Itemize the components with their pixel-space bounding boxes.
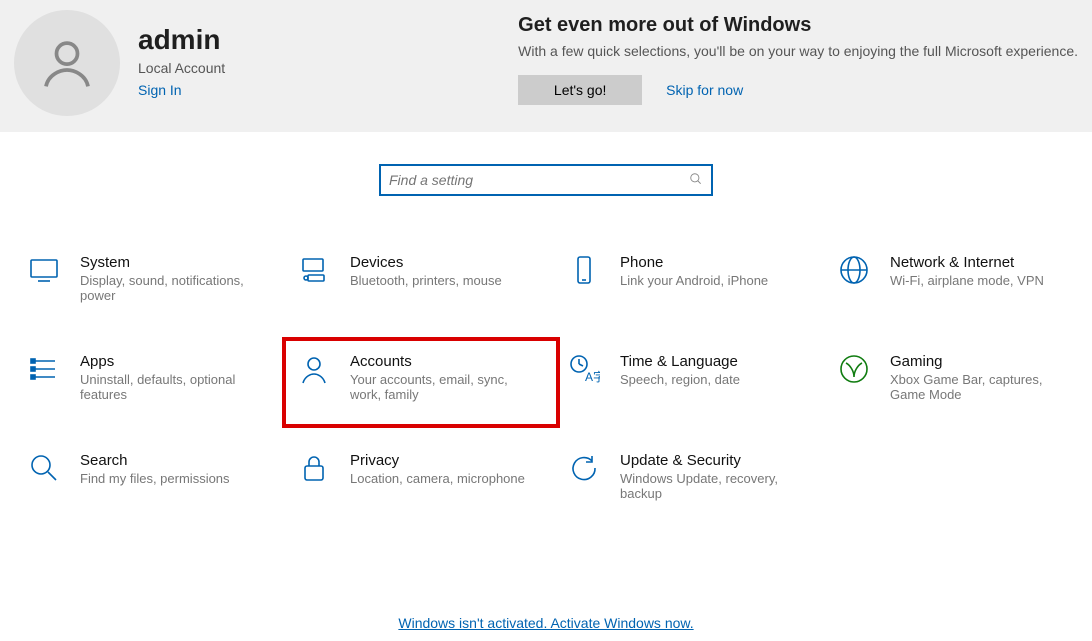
tile-accounts[interactable]: Accounts Your accounts, email, sync, work… (284, 339, 558, 426)
tile-desc: Link your Android, iPhone (620, 273, 768, 288)
tile-desc: Uninstall, defaults, optional features (80, 372, 260, 402)
search-box[interactable] (379, 164, 713, 196)
devices-icon (298, 254, 330, 286)
tile-desc: Wi-Fi, airplane mode, VPN (890, 273, 1044, 288)
activation-bar: Windows isn't activated. Activate Window… (0, 615, 1092, 631)
search-icon (689, 172, 703, 189)
tile-desc: Find my files, permissions (80, 471, 230, 486)
user-block: admin Local Account Sign In (14, 10, 225, 132)
user-text: admin Local Account Sign In (138, 10, 225, 132)
phone-icon (568, 254, 600, 286)
tile-apps[interactable]: Apps Uninstall, defaults, optional featur… (28, 353, 278, 402)
tile-title: Accounts (350, 353, 530, 370)
search-input[interactable] (389, 172, 689, 188)
tile-title: Phone (620, 254, 768, 271)
tile-desc: Xbox Game Bar, captures, Game Mode (890, 372, 1070, 402)
tile-desc: Your accounts, email, sync, work, family (350, 372, 530, 402)
avatar[interactable] (14, 10, 120, 116)
account-type: Local Account (138, 60, 225, 76)
tile-title: Privacy (350, 452, 525, 469)
skip-link[interactable]: Skip for now (666, 82, 743, 98)
user-name: admin (138, 24, 225, 56)
sign-in-link[interactable]: Sign In (138, 82, 225, 98)
promo-block: Get even more out of Windows With a few … (518, 10, 1078, 132)
tile-title: Search (80, 452, 230, 469)
system-icon (28, 254, 60, 286)
tile-desc: Display, sound, notifications, power (80, 273, 260, 303)
privacy-icon (298, 452, 330, 484)
promo-title: Get even more out of Windows (518, 14, 1078, 37)
gaming-icon (838, 353, 870, 385)
lets-go-button[interactable]: Let's go! (518, 75, 642, 105)
tile-title: Apps (80, 353, 260, 370)
update-icon (568, 452, 600, 484)
tile-update-security[interactable]: Update & Security Windows Update, recover… (568, 452, 818, 501)
tile-time-language[interactable]: A字 Time & Language Speech, region, date (568, 353, 818, 402)
tile-title: Gaming (890, 353, 1070, 370)
tile-system[interactable]: System Display, sound, notifications, pow… (28, 254, 278, 303)
tile-privacy[interactable]: Privacy Location, camera, microphone (298, 452, 548, 501)
tile-search[interactable]: Search Find my files, permissions (28, 452, 278, 501)
search-container (0, 164, 1092, 196)
settings-grid: System Display, sound, notifications, pow… (0, 196, 1092, 501)
accounts-icon (298, 353, 330, 385)
tile-title: Update & Security (620, 452, 800, 469)
network-icon (838, 254, 870, 286)
tile-title: System (80, 254, 260, 271)
time-language-icon: A字 (568, 353, 600, 385)
header: admin Local Account Sign In Get even mor… (0, 0, 1092, 132)
svg-text:A字: A字 (585, 369, 600, 384)
tile-desc: Windows Update, recovery, backup (620, 471, 800, 501)
tile-desc: Bluetooth, printers, mouse (350, 273, 502, 288)
tile-title: Network & Internet (890, 254, 1044, 271)
promo-subtitle: With a few quick selections, you'll be o… (518, 43, 1078, 59)
apps-icon (28, 353, 60, 385)
tile-network[interactable]: Network & Internet Wi-Fi, airplane mode, … (838, 254, 1088, 303)
promo-actions: Let's go! Skip for now (518, 75, 1078, 105)
tile-phone[interactable]: Phone Link your Android, iPhone (568, 254, 818, 303)
tile-title: Time & Language (620, 353, 740, 370)
magnifier-icon (28, 452, 60, 484)
tile-title: Devices (350, 254, 502, 271)
tile-devices[interactable]: Devices Bluetooth, printers, mouse (298, 254, 548, 303)
activate-windows-link[interactable]: Windows isn't activated. Activate Window… (398, 615, 693, 631)
tile-desc: Location, camera, microphone (350, 471, 525, 486)
tile-gaming[interactable]: Gaming Xbox Game Bar, captures, Game Mode (838, 353, 1088, 402)
tile-desc: Speech, region, date (620, 372, 740, 387)
person-icon (39, 35, 95, 91)
